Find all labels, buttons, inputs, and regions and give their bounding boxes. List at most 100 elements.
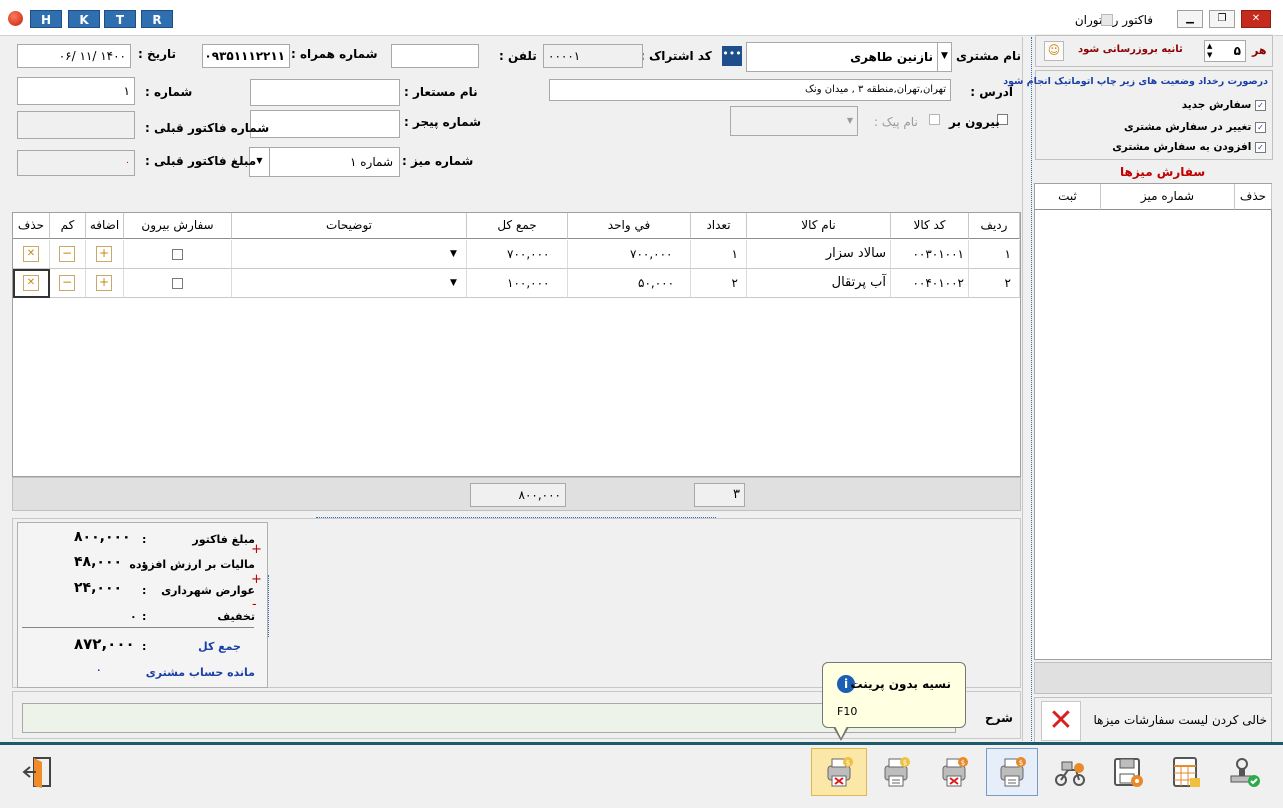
prev-amount-field[interactable]: ۰ bbox=[17, 150, 135, 176]
col-header-row[interactable]: ردیف bbox=[969, 213, 1020, 239]
tables-col-table-no[interactable]: شماره میز bbox=[1101, 184, 1235, 210]
alias-field[interactable] bbox=[250, 79, 400, 106]
cell-takeout[interactable] bbox=[124, 240, 232, 269]
quick-button-h[interactable]: H bbox=[30, 10, 62, 28]
mobile-value: ۰۹۳۵۱۱۱۲۲۱۱ bbox=[204, 49, 285, 63]
table-row[interactable]: ۲ ۰۰۴۰۱۰۰۲ آب پرتقال ۲ ۵۰,۰۰۰ ۱۰۰,۰۰۰ ▼ … bbox=[13, 269, 1020, 298]
col-header-total[interactable]: جمع کل bbox=[467, 213, 568, 239]
stepper-arrows-icon[interactable]: ▲ ▼ bbox=[1207, 42, 1212, 60]
table-row[interactable]: ۱ ۰۰۳۰۱۰۰۱ سالاد سزار ۱ ۷۰۰,۰۰۰ ۷۰۰,۰۰۰ … bbox=[13, 240, 1020, 269]
customer-search-button[interactable]: ••• bbox=[722, 46, 742, 66]
minimize-button[interactable]: ▁ bbox=[1177, 10, 1203, 28]
scooter-icon bbox=[1055, 761, 1085, 786]
exit-door-icon bbox=[22, 757, 51, 788]
notes-field[interactable] bbox=[22, 703, 956, 733]
colon-sep: : bbox=[142, 640, 147, 653]
mobile-label: شماره همراه : bbox=[291, 47, 378, 61]
close-button[interactable]: ✕ bbox=[1241, 10, 1271, 28]
minus-icon[interactable]: − bbox=[59, 275, 75, 291]
cell-desc[interactable]: ▼ bbox=[232, 269, 467, 298]
cash-print-button[interactable]: $ bbox=[986, 748, 1038, 796]
takeout-row-checkbox[interactable] bbox=[172, 278, 183, 289]
chevron-down-icon[interactable]: ▼ bbox=[450, 269, 457, 297]
subscription-code-field[interactable]: ۰۰۰۰۱ bbox=[543, 44, 643, 68]
mobile-field[interactable]: ۰۹۳۵۱۱۱۲۲۱۱ bbox=[202, 44, 290, 68]
prev-invoice-field[interactable] bbox=[17, 111, 135, 139]
cell-total: ۱۰۰,۰۰۰ bbox=[467, 269, 568, 298]
credit-print-button[interactable]: $ bbox=[928, 748, 980, 796]
customer-name-combo[interactable]: نازنین طاهری ▼ bbox=[746, 42, 952, 72]
col-header-delete[interactable]: حذف bbox=[13, 213, 50, 239]
tables-grid[interactable]: حذف شماره میز ثبت bbox=[1034, 183, 1272, 660]
cell-less[interactable]: − bbox=[50, 240, 86, 269]
save-disk-icon bbox=[1114, 758, 1143, 787]
chevron-down-icon[interactable]: ▼ bbox=[847, 116, 853, 125]
quick-button-t[interactable]: T bbox=[104, 10, 136, 28]
delete-row-icon[interactable]: ✕ bbox=[23, 275, 39, 291]
number-field[interactable]: ۱ bbox=[17, 77, 135, 105]
tooltip: i نسیه بدون پرینت F10 bbox=[822, 662, 966, 728]
col-header-takeout[interactable]: سفارش بیرون bbox=[124, 213, 232, 239]
plus-icon[interactable]: + bbox=[96, 275, 112, 291]
cell-delete[interactable]: ✕ bbox=[13, 269, 50, 298]
stamp-icon bbox=[1230, 758, 1260, 787]
chevron-down-icon[interactable]: ▼ bbox=[937, 43, 951, 71]
refresh-icon[interactable]: ☺ bbox=[1044, 41, 1064, 61]
courier-combo[interactable]: ▼ bbox=[730, 106, 858, 136]
tables-col-register[interactable]: ثبت bbox=[1035, 184, 1101, 210]
address-field[interactable]: تهران,تهران,منطقه ۳ , میدان ونک bbox=[549, 79, 951, 101]
cell-add[interactable]: + bbox=[86, 240, 124, 269]
vertical-splitter[interactable] bbox=[1022, 37, 1032, 741]
col-header-qty[interactable]: تعداد bbox=[691, 213, 747, 239]
discount-label: تخفیف bbox=[217, 610, 255, 623]
option-checkbox[interactable]: ✓ bbox=[1255, 121, 1266, 133]
svg-text:$: $ bbox=[1019, 759, 1023, 767]
delete-row-icon[interactable]: ✕ bbox=[23, 246, 39, 262]
cell-takeout[interactable] bbox=[124, 269, 232, 298]
interval-stepper[interactable]: ۵ ▲ ▼ bbox=[1204, 40, 1246, 62]
col-header-code[interactable]: کد کالا bbox=[891, 213, 969, 239]
delivery-button[interactable] bbox=[1044, 748, 1096, 796]
option-change-order[interactable]: ✓ تغییر در سفارش مشتری bbox=[1124, 121, 1266, 133]
option-label: تغییر در سفارش مشتری bbox=[1123, 121, 1252, 133]
cell-desc[interactable]: ▼ bbox=[232, 240, 467, 269]
print-button[interactable]: $ bbox=[870, 748, 922, 796]
summary-collapse-handle[interactable] bbox=[268, 575, 274, 637]
col-header-less[interactable]: کم bbox=[50, 213, 86, 239]
quick-button-r[interactable]: R bbox=[141, 10, 173, 28]
col-header-name[interactable]: نام کالا bbox=[747, 213, 891, 239]
option-new-order[interactable]: ✓ سفارش جدید bbox=[1182, 99, 1266, 111]
clear-tables-label: خالی کردن لیست سفارشات میزها bbox=[1093, 713, 1267, 727]
courier-checkbox[interactable] bbox=[929, 114, 940, 125]
phone-field[interactable] bbox=[391, 44, 479, 68]
credit-no-print-button[interactable]: $ bbox=[811, 748, 867, 796]
tables-col-delete[interactable]: حذف bbox=[1235, 184, 1272, 210]
cell-delete[interactable]: ✕ bbox=[13, 240, 50, 269]
cell-add[interactable]: + bbox=[86, 269, 124, 298]
stamp-button[interactable] bbox=[1218, 748, 1270, 796]
plus-icon[interactable]: + bbox=[96, 246, 112, 262]
table-no-combo[interactable]: شماره ۱ ▼ bbox=[249, 147, 400, 177]
refresh-section: هر ۵ ▲ ▼ ثانیه بروزرسانی شود ☺ bbox=[1035, 35, 1273, 67]
date-field[interactable]: ۱۴۰۰ /۱۱ /۰۶ bbox=[17, 44, 131, 68]
option-add-order[interactable]: ✓ افزودن به سفارش مشتری bbox=[1112, 141, 1266, 153]
pager-field[interactable] bbox=[250, 110, 400, 138]
maximize-button[interactable]: ❐ bbox=[1209, 10, 1235, 28]
option-checkbox[interactable]: ✓ bbox=[1255, 141, 1266, 153]
calculator-button[interactable] bbox=[1160, 748, 1212, 796]
quick-button-k[interactable]: K bbox=[68, 10, 100, 28]
exit-button[interactable] bbox=[12, 748, 64, 796]
items-grid[interactable]: ردیف کد کالا نام کالا تعداد في واحد جمع … bbox=[12, 212, 1021, 477]
save-button[interactable] bbox=[1102, 748, 1154, 796]
subscription-code-label: کد اشتراک : bbox=[640, 49, 712, 63]
option-checkbox[interactable]: ✓ bbox=[1255, 99, 1266, 111]
clear-tables-button[interactable]: خالی کردن لیست سفارشات میزها ✕ bbox=[1034, 697, 1272, 743]
col-header-add[interactable]: اضافه bbox=[86, 213, 124, 239]
takeout-row-checkbox[interactable] bbox=[172, 249, 183, 260]
chevron-down-icon[interactable]: ▼ bbox=[450, 240, 457, 268]
col-header-desc[interactable]: توضیحات bbox=[232, 213, 467, 239]
col-header-unit[interactable]: في واحد bbox=[568, 213, 691, 239]
printer-icon: $ bbox=[884, 757, 910, 787]
minus-icon[interactable]: − bbox=[59, 246, 75, 262]
cell-less[interactable]: − bbox=[50, 269, 86, 298]
